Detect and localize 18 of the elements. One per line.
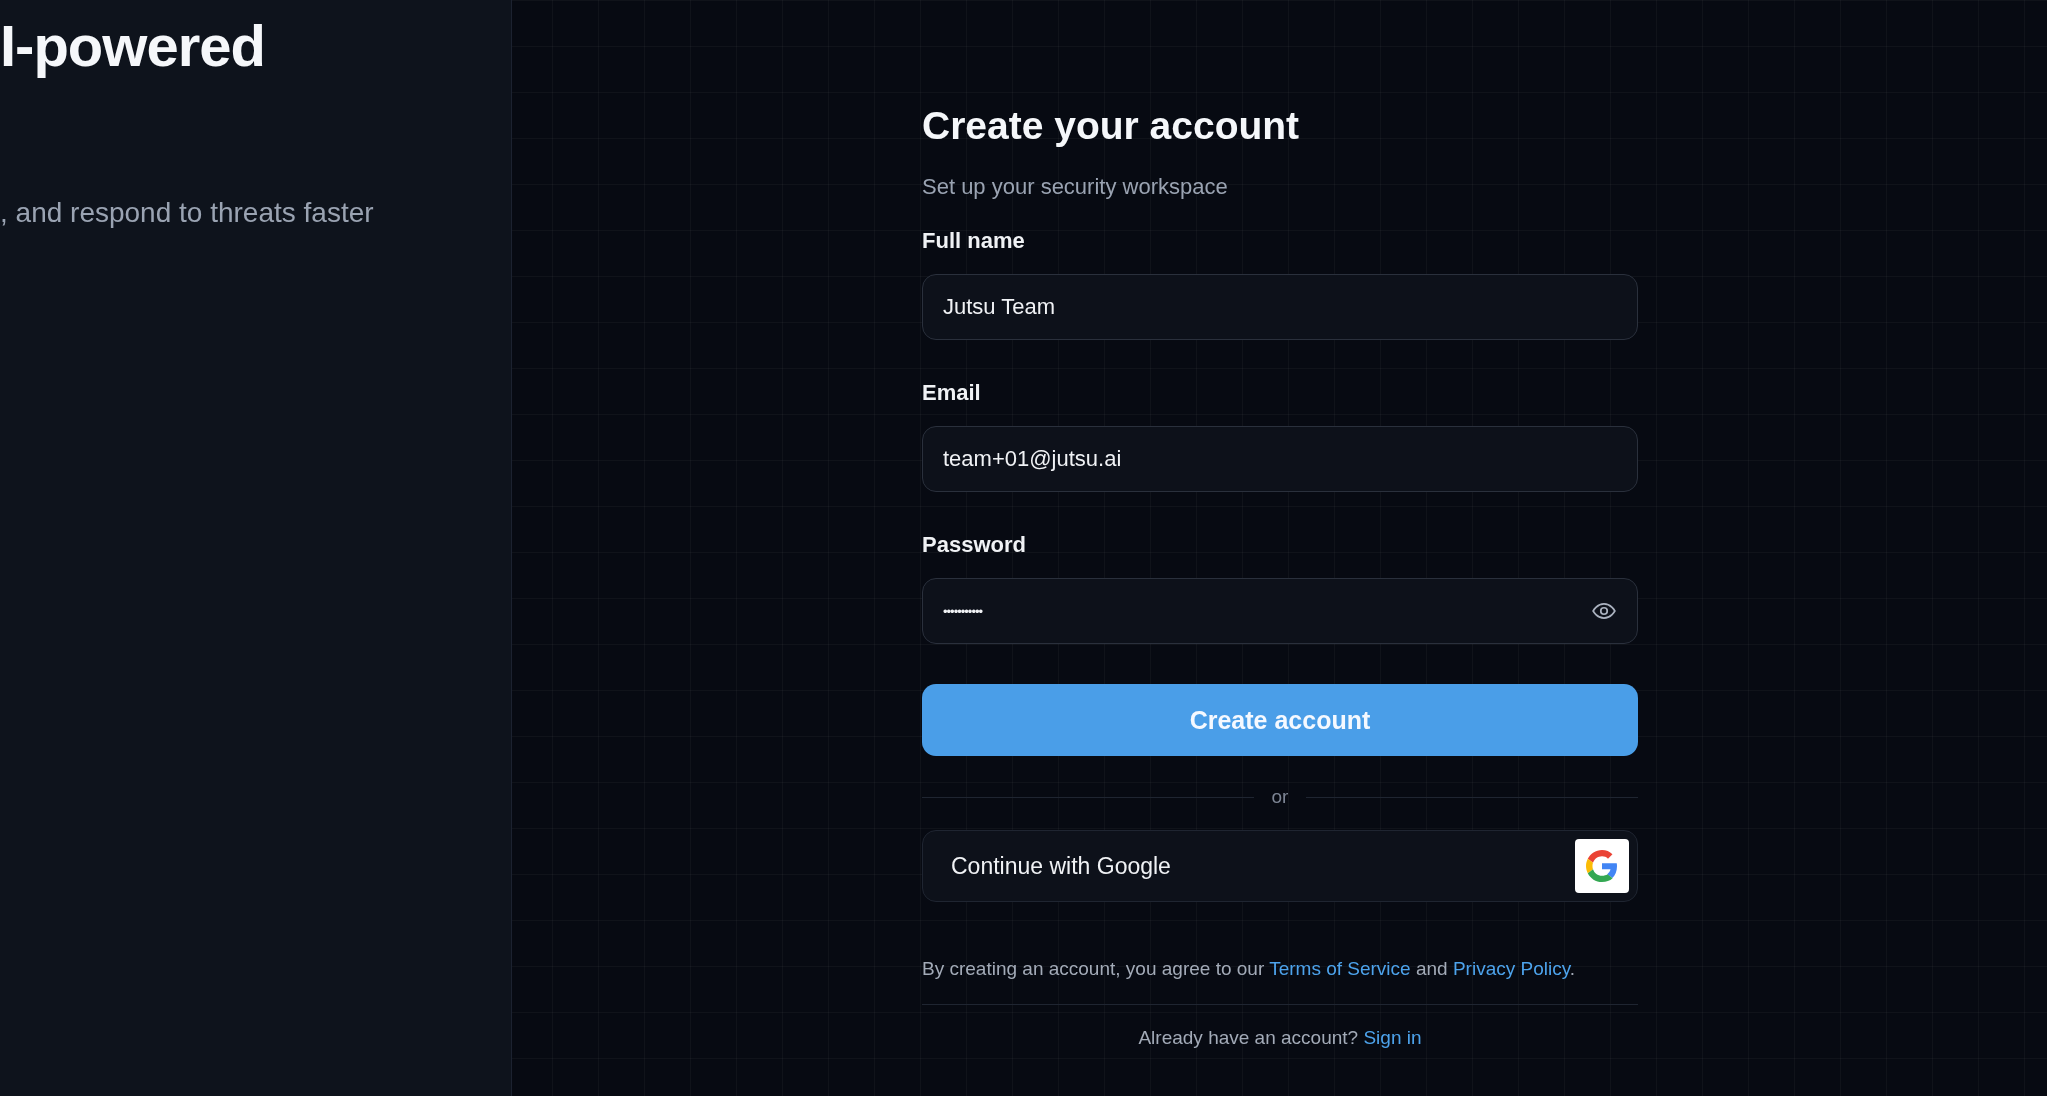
divider-label: or xyxy=(1271,786,1289,808)
input-field[interactable]: team+01@jutsu.ai xyxy=(922,426,1638,492)
hero-tagline: , and respond to threats faster xyxy=(0,197,374,229)
hero-heading: I-powered xyxy=(0,12,265,79)
signin-prompt: Already have an account? Sign in xyxy=(1138,1027,1422,1049)
terms-text: By creating an account, you agree to our Terms of Service and Privacy Policy. xyxy=(922,958,1577,980)
google-signin-button[interactable]: Continue with Google xyxy=(922,830,1638,902)
privacy-link[interactable]: Privacy Policy xyxy=(1452,958,1570,979)
field-label: Email xyxy=(922,380,981,406)
form-subtitle: Set up your security workspace xyxy=(922,174,1228,200)
signin-link[interactable]: Sign in xyxy=(1363,1027,1422,1048)
field-label: Password xyxy=(922,532,1026,558)
field-label: Full name xyxy=(922,228,1025,254)
password-field[interactable]: ••••••••••• xyxy=(922,578,1638,644)
form-title: Create your account xyxy=(922,104,1300,148)
terms-link[interactable]: Terms of Service xyxy=(1269,958,1411,979)
google-logo-icon xyxy=(1575,839,1629,893)
input-field[interactable]: Jutsu Team xyxy=(922,274,1638,340)
